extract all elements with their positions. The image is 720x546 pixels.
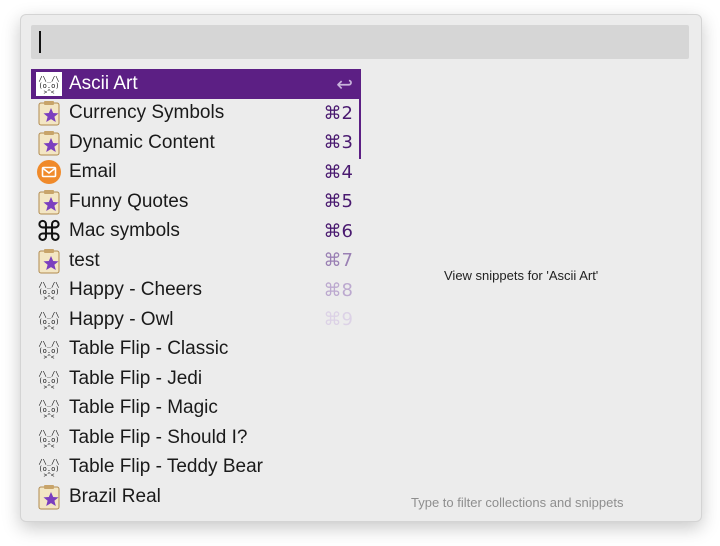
list-item[interactable]: test ⌘7: [31, 246, 361, 276]
text-caret: [39, 31, 41, 53]
clipboard-star-icon: [35, 130, 63, 156]
list-item-label: Mac symbols: [69, 220, 180, 242]
svg-text:>^<: >^<: [44, 89, 55, 96]
list-item-label: Brazil Real: [69, 485, 161, 507]
list-item[interactable]: /\_/\ (o.o) >^< Ascii Art ↩: [31, 69, 361, 99]
list-item[interactable]: /\_/\ (o.o) >^< Table Flip - Should I?: [31, 423, 361, 453]
return-key-icon: ↩: [336, 71, 353, 96]
search-input[interactable]: [31, 25, 689, 59]
shortcut-label: ⌘5: [323, 191, 353, 213]
clipboard-star-icon: [35, 484, 63, 510]
ascii-cat-icon: /\_/\ (o.o) >^<: [35, 307, 63, 333]
list-item-label: Happy - Owl: [69, 308, 174, 330]
shortcut-label: ⌘2: [323, 102, 353, 124]
list-item-label: Table Flip - Jedi: [69, 367, 203, 389]
list-item-label: Happy - Cheers: [69, 279, 203, 301]
list-item[interactable]: /\_/\ (o.o) >^< Table Flip - Jedi: [31, 364, 361, 394]
list-item-label: Funny Quotes: [69, 190, 189, 212]
list-item[interactable]: Dynamic Content ⌘3: [31, 128, 361, 158]
svg-text:>^<: >^<: [44, 354, 55, 361]
shortcut-label: ⌘4: [323, 161, 353, 183]
shortcut-label: ⌘9: [323, 309, 353, 331]
list-item-label: Dynamic Content: [69, 131, 215, 153]
list-item[interactable]: Brazil Real: [31, 482, 361, 512]
ascii-cat-icon: /\_/\ (o.o) >^<: [35, 277, 63, 303]
footer-hint: Type to filter collections and snippets: [411, 495, 624, 510]
list-item[interactable]: /\_/\ (o.o) >^< Happy - Owl ⌘9: [31, 305, 361, 335]
svg-text:>^<: >^<: [44, 443, 55, 450]
list-item-label: Currency Symbols: [69, 102, 225, 124]
svg-text:>^<: >^<: [44, 295, 55, 302]
clipboard-star-icon: [35, 189, 63, 215]
results-list: /\_/\ (o.o) >^< Ascii Art ↩ Currency Symbo…: [31, 69, 361, 512]
list-item[interactable]: /\_/\ (o.o) >^< Table Flip - Classic: [31, 335, 361, 365]
ascii-cat-icon: /\_/\ (o.o) >^<: [35, 71, 63, 97]
ascii-cat-icon: /\_/\ (o.o) >^<: [35, 395, 63, 421]
list-item[interactable]: /\_/\ (o.o) >^< Happy - Cheers ⌘8: [31, 276, 361, 306]
list-item-label: Email: [69, 161, 117, 183]
list-item-label: test: [69, 249, 100, 271]
list-item-label: Table Flip - Classic: [69, 338, 229, 360]
alfred-snippets-window: /\_/\ (o.o) >^< Ascii Art ↩ Currency Symbo…: [20, 14, 702, 522]
list-item[interactable]: /\_/\ (o.o) >^< Table Flip - Teddy Bear: [31, 453, 361, 483]
ascii-cat-icon: /\_/\ (o.o) >^<: [35, 425, 63, 451]
email-icon: [35, 159, 63, 185]
svg-text:>^<: >^<: [44, 325, 55, 332]
command-key-icon: ⌘: [35, 214, 63, 248]
shortcut-label: ⌘6: [323, 220, 353, 242]
preview-text: View snippets for 'Ascii Art': [444, 268, 599, 283]
list-item-label: Table Flip - Teddy Bear: [69, 456, 263, 478]
ascii-cat-icon: /\_/\ (o.o) >^<: [35, 336, 63, 362]
shortcut-label: ⌘8: [323, 279, 353, 301]
list-item[interactable]: /\_/\ (o.o) >^< Table Flip - Magic: [31, 394, 361, 424]
clipboard-star-icon: [35, 248, 63, 274]
shortcut-label: ⌘3: [323, 132, 353, 154]
list-item-label: Table Flip - Magic: [69, 397, 218, 419]
svg-text:>^<: >^<: [44, 413, 55, 420]
list-item-label: Table Flip - Should I?: [69, 426, 248, 448]
list-item[interactable]: Funny Quotes ⌘5: [31, 187, 361, 217]
ascii-cat-icon: /\_/\ (o.o) >^<: [35, 454, 63, 480]
list-item[interactable]: Currency Symbols ⌘2: [31, 99, 361, 129]
ascii-cat-icon: /\_/\ (o.o) >^<: [35, 366, 63, 392]
list-item[interactable]: ⌘ Mac symbols ⌘6: [31, 214, 361, 248]
svg-text:>^<: >^<: [44, 384, 55, 391]
shortcut-label: ⌘7: [323, 250, 353, 272]
list-item[interactable]: Email ⌘4: [31, 158, 361, 188]
clipboard-star-icon: [35, 100, 63, 126]
list-item-label: Ascii Art: [69, 72, 138, 94]
svg-text:>^<: >^<: [44, 472, 55, 479]
